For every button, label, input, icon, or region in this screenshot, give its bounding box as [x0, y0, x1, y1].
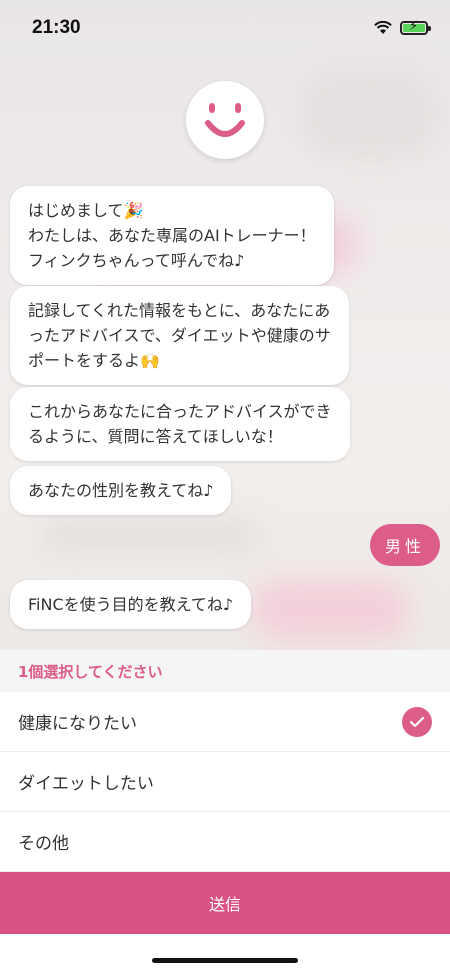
- submit-button[interactable]: 送信: [0, 872, 450, 934]
- check-icon: [402, 706, 432, 737]
- status-icons: ⚡: [374, 19, 431, 35]
- status-bar: 21:30 ⚡: [0, 0, 450, 56]
- bot-message: これからあなたに合ったアドバイスができ るように、質問に答えてほしいな！: [10, 387, 350, 461]
- battery-icon: ⚡: [400, 19, 431, 35]
- selection-instruction: 1個選択してください: [0, 650, 450, 692]
- bot-message: あなたの性別を教えてね♪: [10, 466, 232, 515]
- option-label: ダイエットしたい: [18, 774, 154, 794]
- charging-icon: ⚡: [409, 19, 419, 34]
- selection-panel: 1個選択してください 健康になりたい ダイエットしたい その他 送信: [0, 650, 450, 974]
- home-area: [0, 934, 450, 974]
- option-diet[interactable]: ダイエットしたい: [0, 752, 450, 812]
- option-label: その他: [18, 834, 69, 854]
- bot-message: 記録してくれた情報をもとに、あなたにあ ったアドバイスで、ダイエットや健康のサ …: [10, 286, 349, 385]
- smiley-face-icon: [205, 103, 245, 137]
- home-indicator[interactable]: [152, 958, 298, 963]
- option-healthy[interactable]: 健康になりたい: [0, 692, 450, 752]
- bot-message: はじめまして🎉 わたしは、あなた専属のAIトレーナー！ フィンクちゃんって呼んで…: [10, 186, 334, 285]
- wifi-icon: [374, 21, 392, 34]
- user-message: 男性: [370, 524, 440, 566]
- option-label: 健康になりたい: [18, 714, 137, 734]
- status-time: 21:30: [32, 17, 81, 38]
- option-other[interactable]: その他: [0, 812, 450, 872]
- bot-message: FiNCを使う目的を教えてね♪: [10, 580, 252, 629]
- bot-avatar: [186, 81, 264, 159]
